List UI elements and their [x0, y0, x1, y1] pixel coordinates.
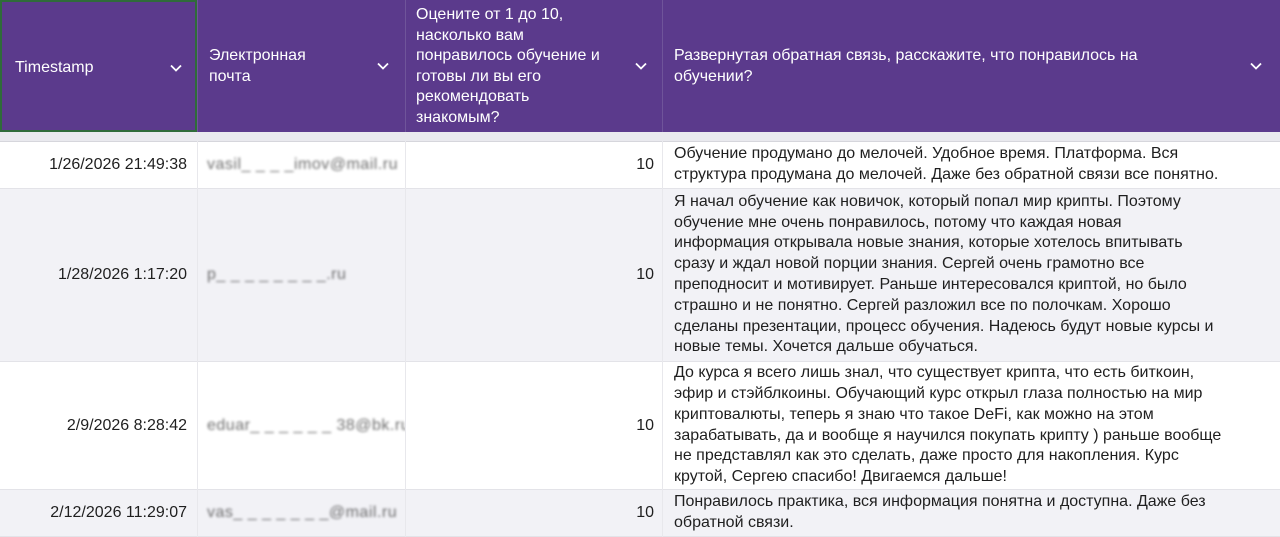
score-cell[interactable]: 10 [405, 142, 662, 188]
feedback-cell[interactable]: Понравилось практика, вся информация пон… [662, 490, 1280, 536]
score-cell[interactable]: 10 [405, 490, 662, 536]
email-cell[interactable]: vas_ _ _ _ _ _ _@mail.ru [197, 490, 405, 536]
timestamp-cell[interactable]: 2/12/2026 11:29:07 [0, 490, 197, 536]
redacted-email: vasil_ _ _ _imov@mail.ru [207, 156, 398, 173]
chevron-down-icon[interactable] [169, 61, 183, 75]
score-cell[interactable]: 10 [405, 189, 662, 361]
scrolled-row-edge [0, 132, 1280, 142]
column-divider [662, 141, 663, 537]
table-row[interactable]: 1/26/2026 21:49:38 vasil_ _ _ _imov@mail… [0, 142, 1280, 189]
chevron-down-icon[interactable] [1249, 59, 1263, 73]
header-row: Timestamp Электронная почта Оцените от 1… [0, 0, 1280, 133]
column-header-label: Оцените от 1 до 10, насколько вам понрав… [416, 6, 600, 126]
redacted-email: eduar_ _ _ _ _ _ 38@bk.ru [207, 416, 405, 434]
redacted-email: vas_ _ _ _ _ _ _@mail.ru [207, 504, 398, 521]
timestamp-cell[interactable]: 1/28/2026 1:17:20 [0, 189, 197, 361]
column-header-feedback[interactable]: Развернутая обратная связь, расскажите, … [662, 0, 1280, 132]
timestamp-cell[interactable]: 1/26/2026 21:49:38 [0, 142, 197, 188]
redacted-email: p_ _ _ _ _ _ _ _.ru [207, 266, 347, 283]
table-row[interactable]: 1/28/2026 1:17:20 p_ _ _ _ _ _ _ _.ru 10… [0, 189, 1280, 362]
column-header-rating[interactable]: Оцените от 1 до 10, насколько вам понрав… [405, 0, 662, 132]
table-row[interactable]: 2/9/2026 8:28:42 eduar_ _ _ _ _ _ 38@bk.… [0, 362, 1280, 490]
column-divider [197, 141, 198, 537]
chevron-down-icon[interactable] [376, 59, 390, 73]
spreadsheet-view: Timestamp Электронная почта Оцените от 1… [0, 0, 1280, 537]
column-header-email[interactable]: Электронная почта [197, 0, 405, 132]
table-row[interactable]: 2/12/2026 11:29:07 vas_ _ _ _ _ _ _@mail… [0, 490, 1280, 537]
feedback-cell[interactable]: Обучение продумано до мелочей. Удобное в… [662, 142, 1280, 188]
email-cell[interactable]: eduar_ _ _ _ _ _ 38@bk.ru [197, 362, 405, 489]
column-header-label: Timestamp [15, 59, 94, 76]
chevron-down-icon[interactable] [634, 59, 648, 73]
column-header-label: Развернутая обратная связь, расскажите, … [674, 47, 1138, 85]
score-cell[interactable]: 10 [405, 362, 662, 489]
email-cell[interactable]: p_ _ _ _ _ _ _ _.ru [197, 189, 405, 361]
feedback-cell[interactable]: Я начал обучение как новичок, который по… [662, 189, 1280, 361]
column-divider [405, 141, 406, 537]
feedback-cell[interactable]: До курса я всего лишь знал, что существу… [662, 362, 1280, 489]
timestamp-cell[interactable]: 2/9/2026 8:28:42 [0, 362, 197, 489]
column-header-timestamp[interactable]: Timestamp [0, 0, 197, 132]
column-header-label: Электронная почта [209, 47, 306, 85]
email-cell[interactable]: vasil_ _ _ _imov@mail.ru [197, 142, 405, 188]
